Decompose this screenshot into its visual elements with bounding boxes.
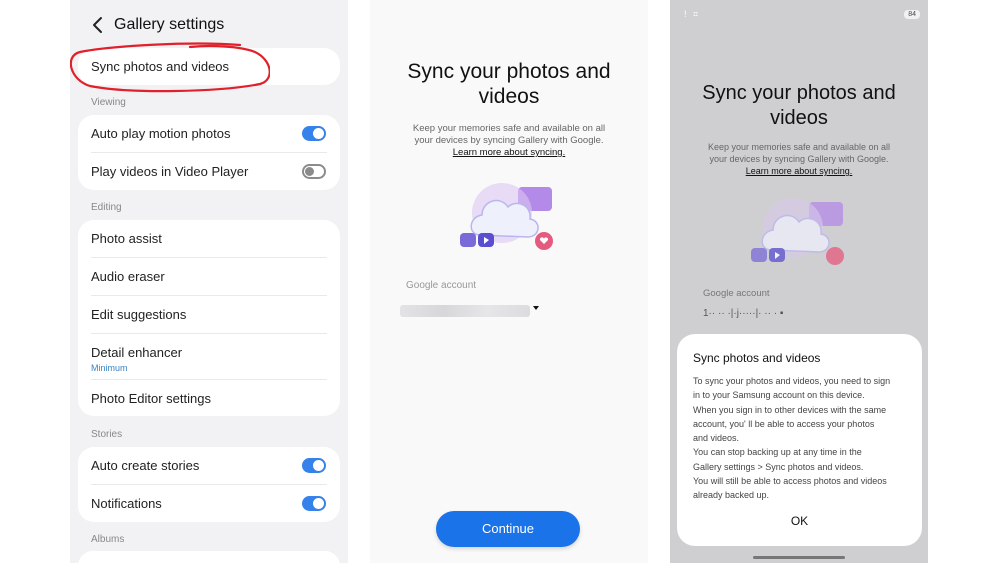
page-title: Gallery settings xyxy=(114,16,225,33)
sync-title-line1: Sync your photos and xyxy=(702,82,896,104)
dialog-body-line: When you sign in to other devices with t… xyxy=(693,404,887,415)
settings-item-auto-create-stories[interactable]: Auto create stories xyxy=(78,447,340,484)
battery-indicator: 84 xyxy=(904,10,920,19)
settings-item-notifications[interactable]: Notifications xyxy=(78,485,340,522)
item-label: Photo Editor settings xyxy=(91,391,211,406)
sync-description-dimmed: Keep your memories safe and available on… xyxy=(680,141,918,177)
sync-dialog-screen: ! ⌗ 84 Sync your photos and videos Keep … xyxy=(670,0,928,563)
item-label: Detail enhancer xyxy=(91,345,183,360)
back-arrow-icon[interactable] xyxy=(88,14,108,36)
sync-title: Sync your photos and videos xyxy=(370,59,648,109)
dialog-body-line: account, you' ll be able to access your … xyxy=(693,418,875,429)
settings-item-photo-assist[interactable]: Photo assist xyxy=(78,220,340,257)
ok-button[interactable]: OK xyxy=(677,514,922,528)
video-player-toggle[interactable] xyxy=(302,164,326,179)
status-icons: ! ⌗ xyxy=(684,9,701,19)
section-label-viewing: Viewing xyxy=(91,97,126,108)
albums-card xyxy=(78,551,340,563)
dialog-body-line: already backed up. xyxy=(693,490,770,501)
dialog-body: To sync your photos and videos, you need… xyxy=(693,374,913,503)
desc-line1: Keep your memories safe and available on… xyxy=(412,123,606,134)
toggle-knob xyxy=(313,498,324,509)
desc-line2: your devices by syncing Gallery with Goo… xyxy=(414,135,604,146)
sync-title-line2: videos xyxy=(770,107,828,129)
toggle-knob xyxy=(313,128,324,139)
sync-title-line2: videos xyxy=(478,85,540,108)
dialog-body-line: To sync your photos and videos, you need… xyxy=(693,376,891,386)
dialog-body-line: Gallery settings > Sync photos and video… xyxy=(693,461,864,472)
dialog-body-line: You will still be able to access photos … xyxy=(693,476,887,487)
sync-title-dimmed: Sync your photos and videos xyxy=(670,81,928,131)
dialog-body-line: in to your Samsung account on this devic… xyxy=(693,390,865,401)
sync-description: Keep your memories safe and available on… xyxy=(390,123,628,159)
item-label: Notifications xyxy=(91,496,162,511)
dialog-body-line: and videos. xyxy=(693,433,740,444)
section-label-stories: Stories xyxy=(91,429,123,440)
continue-button[interactable]: Continue xyxy=(436,511,580,547)
settings-item-auto-play-motion-photos[interactable]: Auto play motion photos xyxy=(78,115,340,152)
item-label: Auto create stories xyxy=(91,458,200,473)
desc-line1: Keep your memories safe and available on… xyxy=(707,142,891,152)
desc-line2: your devices by syncing Gallery with Goo… xyxy=(709,154,889,164)
cloud-sync-illustration xyxy=(751,198,844,265)
item-label: Edit suggestions xyxy=(91,307,187,322)
toggle-knob xyxy=(313,460,324,471)
viewing-card: Auto play motion photos Play videos in V… xyxy=(78,115,340,190)
settings-item-edit-suggestions[interactable]: Edit suggestions xyxy=(78,296,340,333)
dialog-title: Sync photos and videos xyxy=(693,351,821,365)
google-account-selector[interactable] xyxy=(400,305,530,317)
item-label: Audio eraser xyxy=(91,269,165,284)
section-label-albums: Albums xyxy=(91,534,125,545)
sync-photos-screen: Sync your photos and videos Keep your me… xyxy=(370,0,648,563)
item-label: Auto play motion photos xyxy=(91,126,231,141)
settings-item-audio-eraser[interactable]: Audio eraser xyxy=(78,258,340,295)
notifications-toggle[interactable] xyxy=(302,496,326,511)
google-account-value: 1·· ·· ·|·j·····|· ·· · ▪ xyxy=(703,308,784,319)
learn-more-link[interactable]: Learn more about syncing. xyxy=(390,147,628,159)
google-account-label: Google account xyxy=(406,280,477,291)
editing-card: Photo assist Audio eraser Edit suggestio… xyxy=(78,220,340,416)
section-label-editing: Editing xyxy=(91,202,122,213)
item-label: Play videos in Video Player xyxy=(91,164,249,179)
dialog-body-line: You can stop backing up at any time in t… xyxy=(693,447,862,458)
settings-item-detail-enhancer[interactable]: Detail enhancer Minimum xyxy=(78,334,340,380)
sync-dialog: Sync photos and videos To sync your phot… xyxy=(677,334,922,546)
toggle-knob xyxy=(305,167,314,176)
gallery-settings-screen: Gallery settings Sync photos and videos … xyxy=(70,0,348,563)
settings-item-play-videos-video-player[interactable]: Play videos in Video Player xyxy=(78,153,340,190)
item-sublabel: Minimum xyxy=(91,363,128,373)
google-account-label: Google account xyxy=(703,288,770,299)
auto-create-stories-toggle[interactable] xyxy=(302,458,326,473)
sync-title-line1: Sync your photos and xyxy=(407,60,611,83)
auto-play-toggle[interactable] xyxy=(302,126,326,141)
stories-card: Auto create stories Notifications xyxy=(78,447,340,522)
item-label: Photo assist xyxy=(91,231,162,246)
learn-more-link: Learn more about syncing. xyxy=(745,166,853,176)
cloud-sync-illustration xyxy=(460,183,553,250)
settings-item-photo-editor-settings[interactable]: Photo Editor settings xyxy=(78,380,340,417)
red-circle-annotation xyxy=(70,42,270,93)
home-gesture-bar[interactable] xyxy=(753,556,845,559)
dropdown-arrow-icon[interactable] xyxy=(533,306,539,310)
